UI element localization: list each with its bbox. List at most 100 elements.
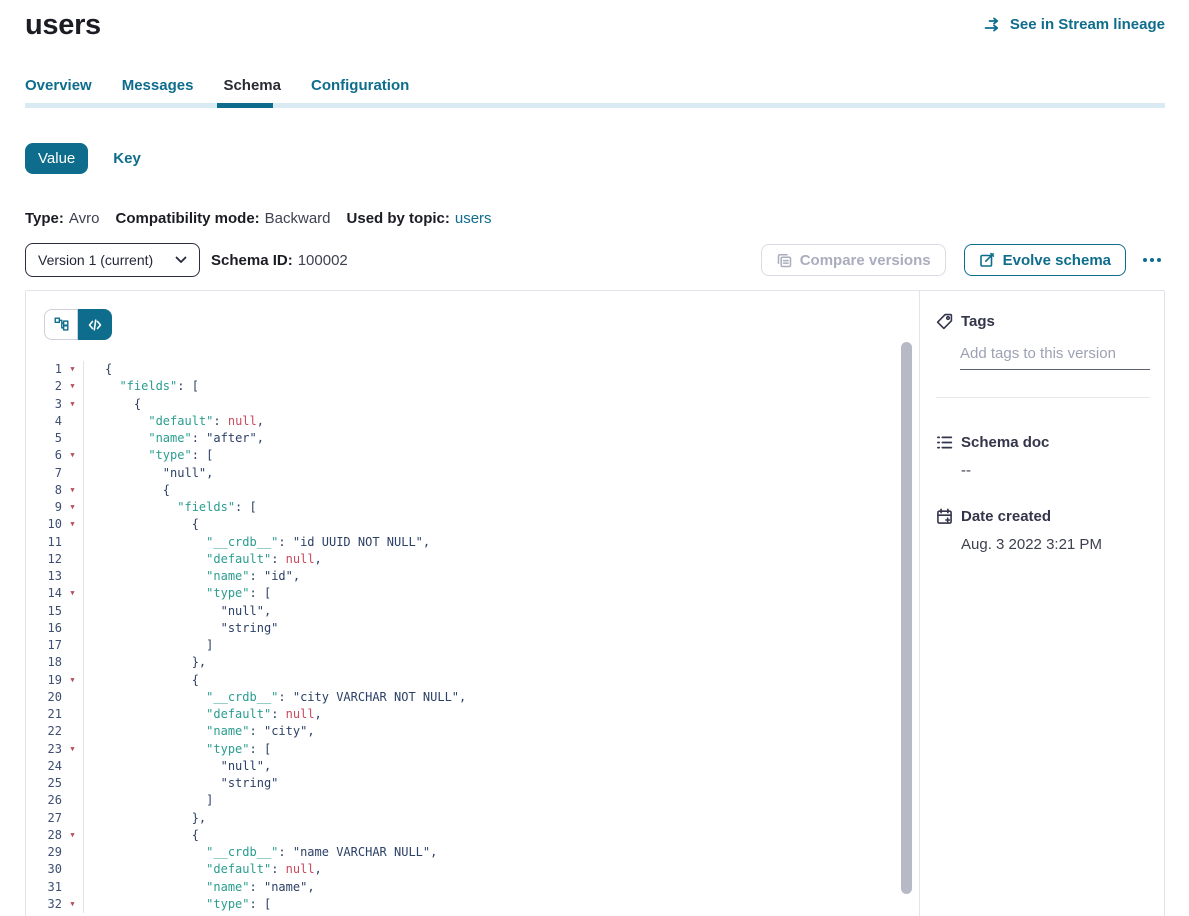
code-line: 30 "default": null, [26, 861, 899, 878]
date-created-value: Aug. 3 2022 3:21 PM [961, 536, 1150, 553]
tab-active-indicator [217, 103, 273, 108]
code-content: "__crdb__": "id UUID NOT NULL", [83, 534, 899, 551]
tags-input[interactable] [960, 345, 1150, 370]
collapse-arrow-icon[interactable]: ▼ [62, 827, 83, 844]
code-line: 15 "null", [26, 603, 899, 620]
line-number: 11 [26, 534, 62, 551]
code-line: 22 "name": "city", [26, 723, 899, 740]
stream-lineage-link[interactable]: See in Stream lineage [984, 16, 1165, 33]
tab-overview[interactable]: Overview [25, 77, 92, 94]
line-number: 10 [26, 516, 62, 533]
code-content: "fields": [ [83, 378, 899, 395]
tree-view-button[interactable] [44, 309, 78, 340]
tab-schema[interactable]: Schema [223, 77, 281, 94]
key-toggle-button[interactable]: Key [113, 150, 141, 167]
code-content: "null", [83, 603, 899, 620]
schema-id-label: Schema ID: [211, 252, 293, 269]
gutter-spacer [62, 430, 83, 447]
code-content: "default": null, [83, 706, 899, 723]
line-number: 16 [26, 620, 62, 637]
line-number: 25 [26, 775, 62, 792]
line-number: 2 [26, 378, 62, 395]
line-number: 9 [26, 499, 62, 516]
schema-meta: Type: Avro Compatibility mode:Backward Used… [25, 210, 1165, 227]
evolve-schema-label: Evolve schema [1003, 252, 1111, 269]
code-content: { [83, 361, 899, 378]
code-content: { [83, 827, 899, 844]
tab-configuration[interactable]: Configuration [311, 77, 409, 94]
compare-versions-label: Compare versions [800, 252, 931, 269]
tabs: Overview Messages Schema Configuration [25, 77, 1165, 94]
used-by-topic-link[interactable]: users [455, 210, 492, 227]
gutter-spacer [62, 551, 83, 568]
schema-id-value: 100002 [298, 252, 348, 269]
collapse-arrow-icon[interactable]: ▼ [62, 396, 83, 413]
meta-label: Type: [25, 210, 64, 227]
value-toggle-button[interactable]: Value [25, 143, 88, 174]
collapse-arrow-icon[interactable]: ▼ [62, 361, 83, 378]
version-bar: Version 1 (current) Schema ID: 100002 [25, 243, 1165, 277]
code-content: "null", [83, 758, 899, 775]
line-number: 3 [26, 396, 62, 413]
code-content: "name": "city", [83, 723, 899, 740]
tags-title: Tags [961, 313, 995, 330]
schema-code-editor[interactable]: 1▼{2▼ "fields": [3▼ {4 "default": null,5… [26, 361, 899, 916]
collapse-arrow-icon[interactable]: ▼ [62, 585, 83, 602]
more-options-button[interactable] [1139, 244, 1165, 276]
line-number: 19 [26, 672, 62, 689]
collapse-arrow-icon[interactable]: ▼ [62, 672, 83, 689]
code-content: "default": null, [83, 413, 899, 430]
meta-compatibility-mode: Compatibility mode:Backward [115, 210, 330, 227]
code-line: 32▼ "type": [ [26, 896, 899, 913]
scrollbar-thumb[interactable] [901, 342, 912, 894]
line-number: 26 [26, 792, 62, 809]
line-number: 7 [26, 465, 62, 482]
gutter-spacer [62, 689, 83, 706]
code-line: 10▼ { [26, 516, 899, 533]
collapse-arrow-icon[interactable]: ▼ [62, 482, 83, 499]
code-view-button[interactable] [78, 309, 112, 340]
tab-messages[interactable]: Messages [122, 77, 194, 94]
code-content: "type": [ [83, 585, 899, 602]
code-line: 5 "name": "after", [26, 430, 899, 447]
schema-doc-value: -- [961, 462, 1150, 479]
collapse-arrow-icon[interactable]: ▼ [62, 896, 83, 913]
gutter-spacer [62, 879, 83, 896]
view-mode-toggle [44, 309, 112, 340]
code-content: "fields": [ [83, 499, 899, 516]
code-content: "__crdb__": "city VARCHAR NOT NULL", [83, 689, 899, 706]
line-number: 23 [26, 741, 62, 758]
code-line: 2▼ "fields": [ [26, 378, 899, 395]
version-select[interactable]: Version 1 (current) [25, 243, 200, 277]
evolve-schema-button[interactable]: Evolve schema [964, 244, 1126, 276]
line-number: 14 [26, 585, 62, 602]
tags-header: Tags [936, 313, 1150, 330]
gutter-spacer [62, 792, 83, 809]
line-number: 31 [26, 879, 62, 896]
code-content: }, [83, 654, 899, 671]
code-line: 14▼ "type": [ [26, 585, 899, 602]
tree-view-icon [54, 317, 69, 332]
meta-value: Avro [69, 210, 100, 227]
line-number: 12 [26, 551, 62, 568]
code-content: "name": "after", [83, 430, 899, 447]
date-created-section: Date created Aug. 3 2022 3:21 PM [936, 508, 1150, 553]
collapse-arrow-icon[interactable]: ▼ [62, 378, 83, 395]
code-content: "string" [83, 775, 899, 792]
collapse-arrow-icon[interactable]: ▼ [62, 447, 83, 464]
meta-used-by-topic: Used by topic:users [347, 210, 492, 227]
schema-id: Schema ID: 100002 [211, 252, 348, 269]
collapse-arrow-icon[interactable]: ▼ [62, 499, 83, 516]
collapse-arrow-icon[interactable]: ▼ [62, 741, 83, 758]
collapse-arrow-icon[interactable]: ▼ [62, 516, 83, 533]
code-line: 11 "__crdb__": "id UUID NOT NULL", [26, 534, 899, 551]
code-content: "default": null, [83, 861, 899, 878]
compare-versions-button[interactable]: Compare versions [761, 244, 946, 276]
code-line: 26 ] [26, 792, 899, 809]
code-content: ] [83, 792, 899, 809]
line-number: 24 [26, 758, 62, 775]
gutter-spacer [62, 413, 83, 430]
schema-doc-header: Schema doc [936, 434, 1150, 451]
code-line: 28▼ { [26, 827, 899, 844]
gutter-spacer [62, 706, 83, 723]
